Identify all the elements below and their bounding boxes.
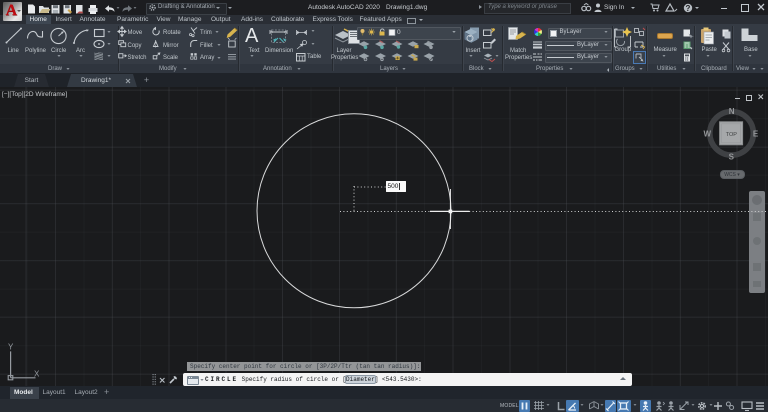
svg-text:S: S: [729, 153, 735, 162]
svg-text:X: X: [34, 369, 40, 378]
svg-text:W: W: [704, 129, 712, 138]
svg-text:TOP: TOP: [726, 132, 738, 138]
svg-text:E: E: [753, 129, 759, 138]
svg-text:Y: Y: [8, 343, 14, 352]
svg-text:N: N: [729, 107, 735, 116]
svg-text:?: ?: [685, 3, 690, 12]
